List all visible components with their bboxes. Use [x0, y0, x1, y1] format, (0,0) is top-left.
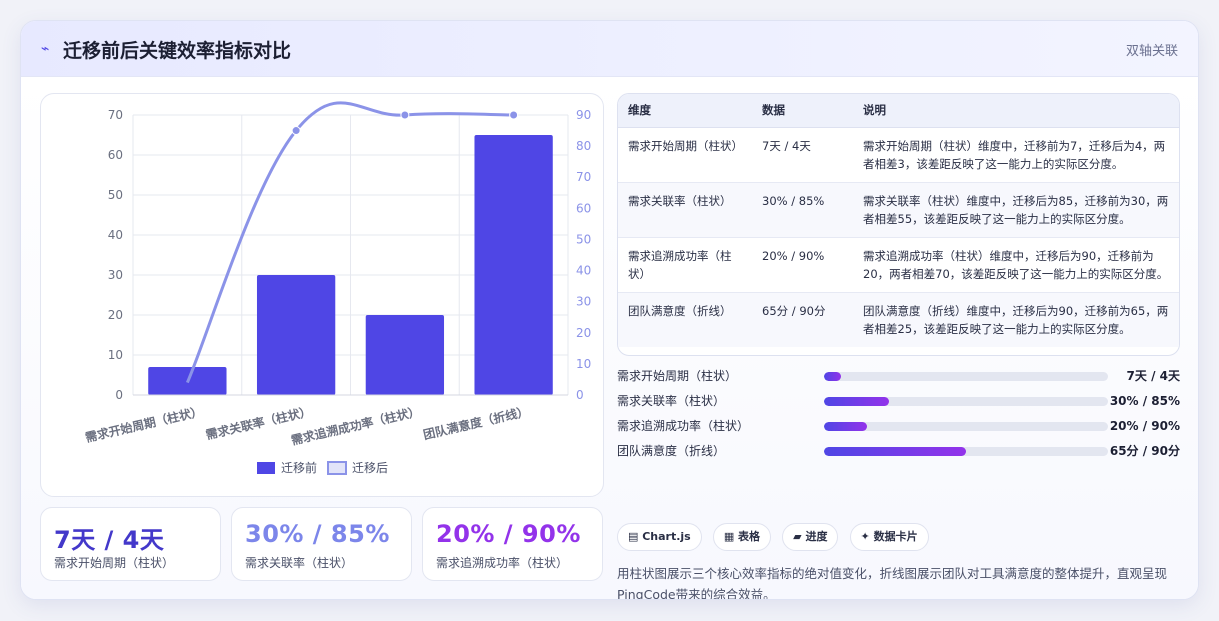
cell-note: 需求开始周期（柱状）维度中，迁移前为7，迁移后为4，两者相差3，该差距反映了这一…	[853, 127, 1179, 183]
y-tick-left: 70	[108, 108, 123, 122]
progress-label: 团队满意度（折线）	[617, 444, 726, 458]
table-row: 需求关联率（柱状） 30% / 85% 需求关联率（柱状）维度中，迁移后为85，…	[618, 182, 1179, 238]
y-tick-right: 10	[576, 357, 591, 371]
chart-icon: ▤ Chart.js	[617, 523, 702, 551]
page-title: 迁移前后关键效率指标对比	[63, 40, 292, 62]
cell-note: 团队满意度（折线）维度中，迁移后为90，迁移前为65，两者相差25，该差距反映了…	[863, 303, 1169, 336]
cell-dimension: 团队满意度（折线）	[628, 303, 732, 318]
progress-value: 30% / 85%	[1109, 394, 1180, 408]
stat-value: 7天 / 4天	[54, 526, 165, 554]
progress-row: 需求关联率（柱状） 30% / 85%	[617, 392, 1180, 410]
cell-data: 7天 / 4天	[752, 127, 853, 183]
stat-label: 需求追溯成功率（柱状）	[436, 556, 569, 570]
y-tick-left: 50	[108, 188, 123, 202]
progress-value: 20% / 90%	[1109, 419, 1180, 433]
y-tick-left: 30	[108, 268, 123, 282]
progress-fill	[824, 447, 966, 456]
table-icon: ▦ 表格	[712, 523, 772, 551]
stat-card-link-rate: 30% / 85% 需求关联率（柱状）	[231, 507, 412, 581]
line-point	[400, 110, 410, 120]
dual-axis-tag: 双轴关联	[1125, 44, 1178, 59]
card-header: ⌁ 迁移前后关键效率指标对比 双轴关联	[21, 21, 1198, 77]
progress-track	[824, 422, 1108, 431]
table-row: 需求追溯成功率（柱状） 20% / 90% 需求追溯成功率（柱状）维度中，迁移后…	[618, 237, 1179, 293]
y-tick-left: 20	[108, 308, 123, 322]
y-tick-left: 10	[108, 348, 123, 362]
progress-value: 65分 / 90分	[1109, 444, 1180, 458]
y-tick-left: 60	[108, 148, 123, 162]
y-tick-right: 80	[576, 139, 591, 153]
progress-fill	[824, 422, 867, 431]
card-icon: ✦ 数据卡片	[849, 523, 929, 551]
stat-label: 需求开始周期（柱状）	[54, 556, 175, 570]
y-tick-right: 30	[576, 295, 591, 309]
progress-value: 7天 / 4天	[1126, 369, 1180, 383]
stat-card-cycle: 7天 / 4天 需求开始周期（柱状）	[40, 507, 221, 581]
bar	[474, 135, 553, 395]
cell-note: 需求关联率（柱状）维度中，迁移后为85，迁移前为30，两者相差55，该差距反映了…	[853, 182, 1179, 238]
progress-track	[824, 447, 1108, 456]
stat-label: 需求关联率（柱状）	[245, 556, 354, 570]
progress-fill	[824, 372, 842, 381]
progress-row: 团队满意度（折线） 65分 / 90分	[617, 442, 1180, 460]
col-header-dimension: 维度	[618, 94, 752, 128]
line-point	[291, 126, 301, 136]
description-text: 用柱状图展示三个核心效率指标的绝对值变化，折线图展示团队对工具满意度的整体提升，…	[617, 566, 1168, 600]
y-tick-left: 0	[115, 388, 123, 402]
metrics-table: 维度 数据 说明 需求开始周期（柱状） 7天 / 4天 需求开始周期（柱状）维度…	[617, 93, 1180, 356]
x-tick-label: 需求开始周期（柱状）	[84, 403, 204, 445]
legend-label-before: 迁移前	[281, 460, 317, 475]
y-tick-right: 70	[576, 170, 591, 184]
x-tick-label: 团队满意度（折线）	[422, 403, 531, 442]
progress-row: 需求开始周期（柱状） 7天 / 4天	[617, 367, 1180, 385]
col-header-data: 数据	[752, 94, 853, 128]
cell-dimension: 需求关联率（柱状）	[618, 182, 752, 238]
progress-fill	[824, 397, 890, 406]
progress-icon: ▰ 进度	[782, 523, 839, 551]
card-body: 0 10 20 30 40 50 60 70 0 10 20 30 40 50 60 70 80 90 需求开始周期…	[21, 77, 1198, 600]
y-tick-right: 60	[576, 201, 591, 215]
stat-card-trace-rate: 20% / 90% 需求追溯成功率（柱状）	[422, 507, 603, 581]
cell-note: 需求追溯成功率（柱状）维度中，迁移后为90，迁移前为20，两者相差70，该差距反…	[853, 237, 1179, 293]
y-tick-right: 20	[576, 326, 591, 340]
bar-line-chart: 0 10 20 30 40 50 60 70 0 10 20 30 40 50 60 70 80 90 需求开始周期…	[84, 101, 591, 475]
y-tick-right: 90	[576, 108, 591, 122]
progress-label: 需求开始周期（柱状）	[617, 369, 738, 383]
progress-track	[824, 397, 1108, 406]
trend-icon: ⌁	[41, 41, 50, 57]
bar	[256, 275, 336, 395]
progress-track	[824, 372, 1108, 381]
cell-dimension: 需求追溯成功率（柱状）	[618, 237, 752, 293]
line-point	[509, 110, 519, 120]
y-tick-right: 40	[576, 264, 591, 278]
legend-label-after: 迁移后	[352, 461, 388, 475]
chart-panel: 0 10 20 30 40 50 60 70 0 10 20 30 40 50 60 70 80 90 需求开始周期…	[40, 93, 604, 497]
cell-data: 30% / 85%	[752, 182, 853, 238]
bar	[365, 315, 445, 395]
progress-label: 需求关联率（柱状）	[617, 394, 726, 408]
table-header-row: 维度 数据 说明	[618, 94, 1179, 128]
col-header-note: 说明	[853, 94, 1179, 128]
progress-label: 需求追溯成功率（柱状）	[617, 419, 750, 433]
stat-value: 20% / 90%	[436, 520, 581, 548]
cell-data: 20% / 90%	[752, 237, 853, 293]
stat-value: 30% / 85%	[245, 520, 390, 548]
tech-tags: ▤ Chart.js ▦ 表格 ▰ 进度 ✦ 数据卡片	[617, 523, 935, 551]
table-row: 需求开始周期（柱状） 7天 / 4天 需求开始周期（柱状）维度中，迁移前为7，迁…	[618, 127, 1179, 183]
y-tick-right: 50	[576, 232, 591, 246]
legend-swatch-before	[257, 462, 275, 474]
comparison-card: ⌁ 迁移前后关键效率指标对比 双轴关联 0 10 20 30 40 50 60 70 0 10 20…	[20, 20, 1199, 600]
progress-row: 需求追溯成功率（柱状） 20% / 90%	[617, 417, 1180, 435]
y-tick-right: 0	[576, 388, 584, 402]
table-row: 团队满意度（折线） 65分 / 90分 团队满意度（折线）维度中，迁移后为90，…	[618, 292, 1179, 347]
legend-swatch-after	[327, 461, 347, 475]
cell-dimension: 需求开始周期（柱状）	[618, 127, 752, 183]
cell-data: 65分 / 90分	[762, 303, 826, 318]
y-tick-left: 40	[108, 228, 123, 242]
